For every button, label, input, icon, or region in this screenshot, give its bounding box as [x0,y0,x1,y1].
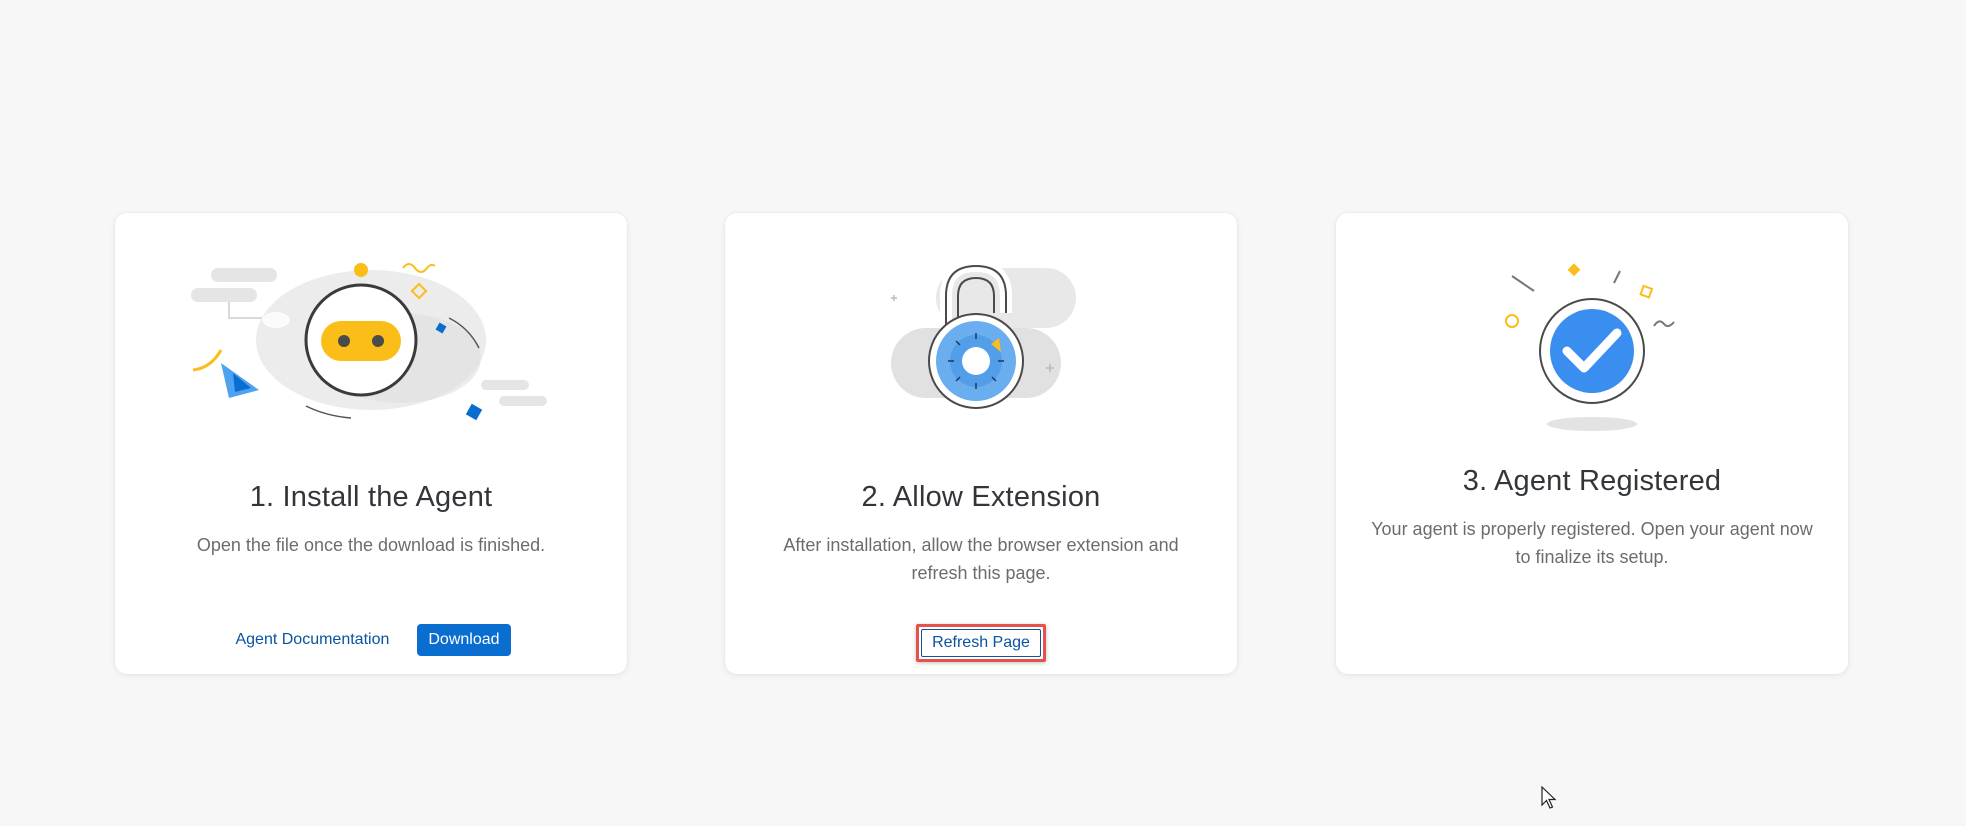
checkmark-circle-icon [1505,263,1675,431]
agent-documentation-link[interactable]: Agent Documentation [231,625,393,655]
card-actions: Refresh Page [725,624,1237,662]
mouse-cursor-icon [1541,786,1557,809]
checkmark-illustration [1336,241,1848,441]
card-title: 3. Agent Registered [1462,465,1722,497]
download-button[interactable]: Download [417,624,511,656]
card-title: 2. Allow Extension [861,481,1101,513]
allow-extension-card: 2. Allow Extension After installation, a… [725,213,1237,674]
card-description: After installation, allow the browser ex… [783,535,1179,583]
refresh-page-button[interactable]: Refresh Page [921,629,1041,657]
padlock-illustration [725,258,1237,438]
robot-agent-icon [191,263,547,421]
onboarding-page: 1. Install the Agent Open the file once … [0,0,1966,826]
agent-registered-card: 3. Agent Registered Your agent is proper… [1336,213,1848,674]
card-description: Open the file once the download is finis… [196,535,546,555]
padlock-icon [891,259,1076,409]
robot-agent-illustration [115,258,627,438]
card-actions: Agent Documentation Download [115,624,627,656]
card-title: 1. Install the Agent [249,481,493,513]
install-agent-card: 1. Install the Agent Open the file once … [115,213,627,674]
refresh-highlight: Refresh Page [916,624,1046,662]
card-description: Your agent is properly registered. Open … [1371,519,1813,567]
